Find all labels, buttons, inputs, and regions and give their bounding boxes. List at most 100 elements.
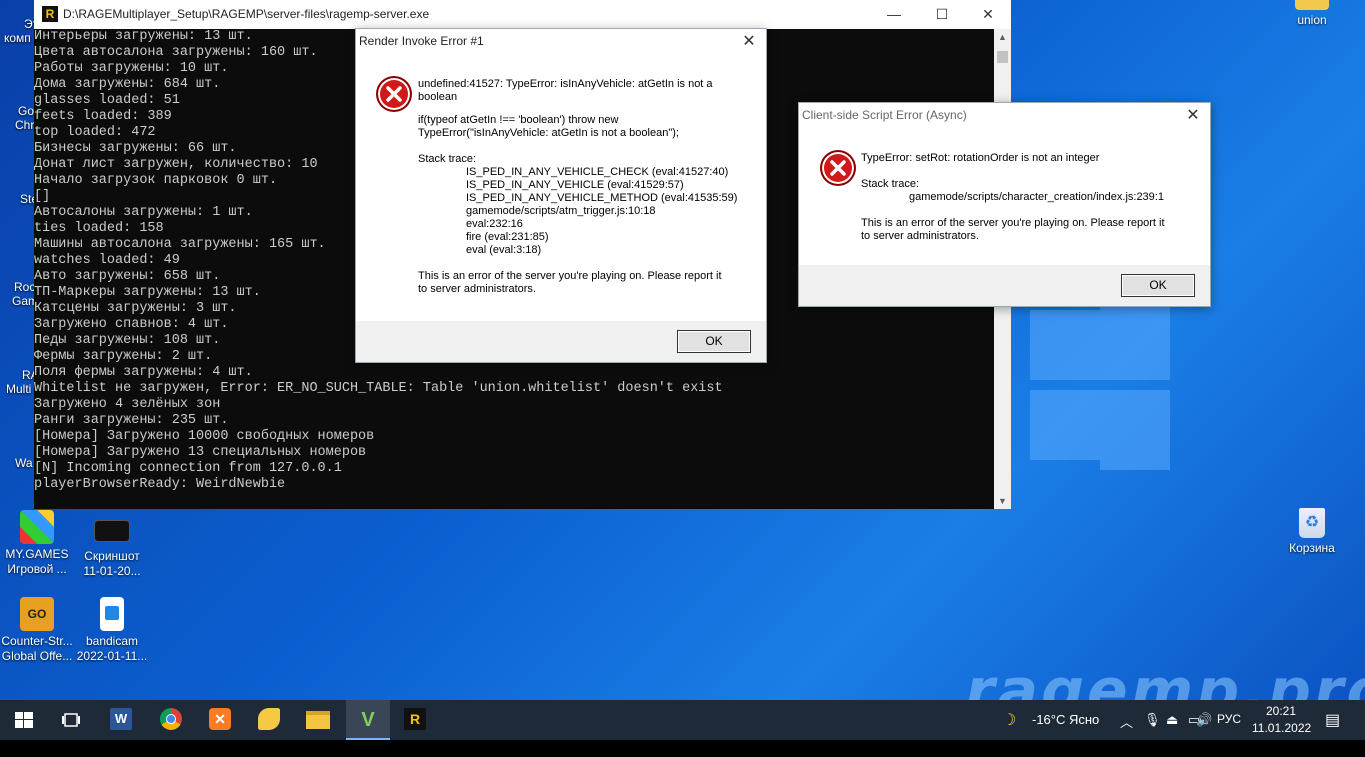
taskbar-app-yellow[interactable] — [258, 708, 282, 732]
ok-button[interactable]: OK — [677, 330, 751, 353]
folder-icon — [1295, 0, 1329, 10]
partial-label[interactable]: Go — [18, 104, 34, 118]
minimize-button[interactable]: — — [872, 3, 916, 25]
icon-label: Корзина — [1289, 541, 1335, 555]
icon-label: MY.GAMES — [5, 547, 69, 561]
dialog-message: TypeError: setRot: rotationOrder is not … — [861, 152, 1201, 243]
desktop-icon-recycle-bin[interactable]: ♻ Корзина — [1275, 508, 1349, 556]
partial-label[interactable]: Chr — [15, 118, 34, 132]
icon-label: union — [1297, 13, 1327, 27]
dialog-footer: OK — [356, 321, 766, 362]
icon-label: 2022-01-11... — [76, 649, 148, 663]
screen-bottom-strip — [0, 740, 1365, 757]
console-line: playerBrowserReady: WeirdNewbie — [34, 477, 286, 492]
usb-icon[interactable]: ⏏ — [1166, 712, 1178, 728]
taskbar-gta5[interactable]: V — [346, 700, 390, 740]
render-invoke-error-dialog[interactable]: Render Invoke Error #1 ✕ undefined:41527… — [355, 28, 767, 363]
app-icon — [258, 708, 280, 730]
xampp-icon: ✕ — [209, 708, 231, 730]
stack-frame: eval:232:16 — [466, 218, 523, 230]
desktop-icon-bandicam[interactable]: bandicam 2022-01-11... — [75, 597, 149, 664]
console-line: [Номера] Загружено 13 специальных номеро… — [34, 445, 367, 460]
stack-trace-label: Stack trace: — [418, 153, 477, 165]
error-icon — [821, 151, 855, 185]
icon-label: Игровой ... — [7, 562, 67, 576]
stack-frame: gamemode/scripts/character_creation/inde… — [909, 191, 1164, 203]
dialog-message: undefined:41527: TypeError: isInAnyVehic… — [418, 78, 758, 296]
screenshot-file-icon — [94, 520, 130, 542]
console-line: Ранги загружены: 235 шт. — [34, 413, 229, 428]
task-view-button[interactable] — [60, 708, 84, 732]
folder-icon — [306, 711, 330, 729]
mygames-icon — [20, 510, 54, 544]
console-line: Загружено 4 зелёных зон — [34, 397, 221, 412]
dialog-title: Client-side Script Error (Async) — [802, 108, 967, 122]
word-icon: W — [110, 708, 132, 730]
stack-frame: fire (eval:231:85) — [466, 231, 549, 243]
desktop-icon-union[interactable]: union — [1275, 0, 1349, 28]
tray-overflow-chevron-icon[interactable]: ︿ — [1120, 712, 1133, 731]
taskbar: W ✕ V R ☽ -16°C Ясно ︿ 🎙 ⏏ ▭ 🔊 РУС 20:21… — [0, 700, 1365, 740]
language-indicator[interactable]: РУС — [1217, 712, 1241, 726]
stack-trace-label: Stack trace: — [861, 178, 920, 190]
clock-time[interactable]: 20:21 — [1266, 704, 1296, 718]
windows-logo-wallpaper — [1000, 300, 1360, 640]
task-view-icon — [62, 713, 80, 727]
partial-label[interactable]: Wa — [15, 456, 33, 470]
taskbar-xampp[interactable]: ✕ — [209, 708, 233, 732]
error-icon — [377, 77, 411, 111]
video-file-icon — [100, 597, 124, 631]
console-line: Whitelist не загружен, Error: ER_NO_SUCH… — [34, 381, 723, 396]
scroll-thumb[interactable] — [997, 51, 1008, 63]
taskbar-word[interactable]: W — [110, 708, 134, 732]
gta5-icon: V — [361, 709, 375, 731]
dialog-close-button[interactable]: ✕ — [738, 31, 760, 53]
csgo-icon: GO — [20, 597, 54, 631]
partial-label[interactable]: Roc — [14, 280, 35, 294]
console-titlebar[interactable]: R D:\RAGEMultiplayer_Setup\RAGEMP\server… — [34, 0, 1011, 29]
desktop-icon-csgo[interactable]: GO Counter-Str... Global Offe... — [0, 597, 74, 664]
recycle-bin-icon: ♻ — [1299, 508, 1325, 538]
taskbar-ragemp[interactable]: R — [404, 708, 428, 732]
windows-icon — [15, 712, 33, 728]
icon-label: Counter-Str... — [1, 634, 73, 648]
error-message: undefined:41527: TypeError: isInAnyVehic… — [418, 78, 713, 103]
notifications-icon[interactable]: ▤ — [1325, 710, 1340, 730]
ok-button[interactable]: OK — [1121, 274, 1195, 297]
taskbar-chrome[interactable] — [160, 708, 184, 732]
ragemp-icon: R — [404, 708, 426, 730]
dialog-close-button[interactable]: ✕ — [1182, 105, 1204, 127]
partial-label[interactable]: Multi — [6, 382, 31, 396]
desktop-icon-mygames[interactable]: MY.GAMES Игровой ... — [0, 510, 74, 577]
icon-label: Global Offe... — [1, 649, 73, 663]
close-button[interactable]: ✕ — [966, 3, 1010, 25]
volume-icon[interactable]: 🔊 — [1196, 712, 1212, 728]
desktop-partial-labels: Эт комп Go Chr Ste Roc Gam RA Multi Wa — [0, 0, 39, 500]
taskbar-file-explorer[interactable] — [306, 708, 330, 732]
dialog-footer: OK — [799, 265, 1210, 306]
microphone-icon[interactable]: 🎙 — [1144, 712, 1161, 728]
scroll-down-arrow-icon[interactable]: ▼ — [994, 493, 1011, 509]
dialog-title: Render Invoke Error #1 — [359, 34, 484, 48]
error-message: TypeError: setRot: rotationOrder is not … — [861, 152, 1100, 164]
scroll-up-arrow-icon[interactable]: ▲ — [994, 29, 1011, 45]
console-title: D:\RAGEMultiplayer_Setup\RAGEMP\server-f… — [63, 7, 430, 21]
stack-frame: eval (eval:3:18) — [466, 244, 542, 256]
icon-label: 11-01-20... — [83, 564, 141, 578]
client-script-error-dialog[interactable]: Client-side Script Error (Async) ✕ TypeE… — [798, 102, 1211, 307]
console-line: [N] Incoming connection from 127.0.0.1 — [34, 461, 342, 476]
weather-moon-icon[interactable]: ☽ — [1002, 710, 1016, 730]
report-note: This is an error of the server you're pl… — [861, 217, 1165, 242]
console-line: [Номера] Загружено 10000 свободных номер… — [34, 429, 375, 444]
start-button[interactable] — [12, 708, 36, 732]
desktop-icon-screenshot[interactable]: Скриншот 11-01-20... — [75, 510, 149, 579]
weather-text[interactable]: -16°C Ясно — [1032, 712, 1099, 727]
partial-label[interactable]: комп — [4, 31, 31, 45]
report-note: This is an error of the server you're pl… — [418, 270, 722, 295]
stack-frame: IS_PED_IN_ANY_VEHICLE_CHECK (eval:41527:… — [466, 166, 729, 178]
error-code: if(typeof atGetIn !== 'boolean') throw n… — [418, 114, 679, 139]
ragemp-app-icon: R — [42, 6, 58, 22]
chrome-icon — [160, 708, 182, 730]
maximize-button[interactable]: ☐ — [920, 3, 964, 25]
clock-date[interactable]: 11.01.2022 — [1252, 721, 1311, 735]
